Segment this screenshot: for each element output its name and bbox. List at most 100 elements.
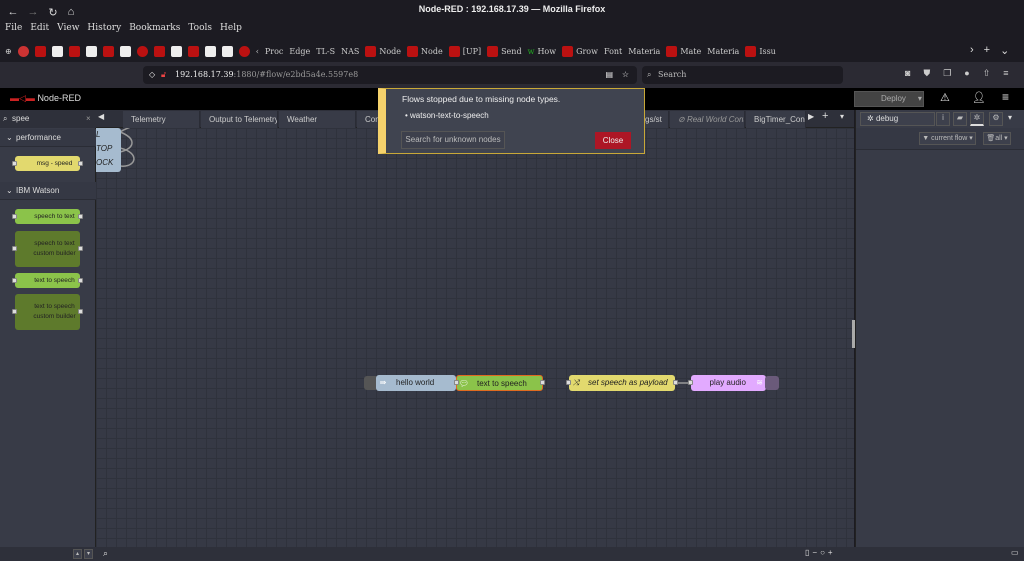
palette-search-input[interactable]: ⌕ spee × bbox=[0, 110, 96, 128]
tab[interactable]: Edge bbox=[289, 47, 310, 56]
nodered-tab-icon[interactable] bbox=[85, 45, 97, 57]
palette-category-ibm-watson[interactable]: ⌄ IBM Watson bbox=[0, 182, 96, 200]
tab-output-to-telemetry[interactable]: Output to Telemetry bbox=[201, 111, 278, 128]
expand-all-icon[interactable]: ▾ bbox=[84, 549, 93, 559]
tab-real-world-cont[interactable]: ⊘ Real World Cont bbox=[670, 111, 745, 128]
tab[interactable]: Grow bbox=[562, 45, 598, 57]
tab[interactable]: Mate bbox=[666, 45, 701, 57]
containers-icon[interactable]: ❐ bbox=[943, 68, 951, 79]
tab[interactable]: Send bbox=[487, 45, 522, 57]
clear-search-icon[interactable]: × bbox=[86, 110, 91, 128]
deploy-button[interactable]: Deploy ▾ bbox=[854, 91, 924, 107]
warning-icon[interactable]: ⚠ bbox=[940, 91, 950, 104]
nodered-tab-icon[interactable] bbox=[68, 45, 80, 57]
tabs-menu-icon[interactable]: ▾ bbox=[840, 112, 844, 121]
zoom-reset-icon[interactable]: ○ bbox=[820, 548, 825, 557]
flow-node-text-to-speech[interactable]: 💬︎ text to speech bbox=[454, 375, 545, 391]
tab[interactable]: NAS bbox=[341, 47, 359, 56]
palette-node-msg-speed[interactable]: msg - speed bbox=[12, 156, 83, 171]
url-bar[interactable]: ◇ 🔓︎ 192.168.17.39:1880/#flow/e2bd5a4e.5… bbox=[143, 66, 637, 84]
nodered-tab-icon[interactable] bbox=[221, 45, 233, 57]
bookmark-star-icon[interactable]: ☆ bbox=[622, 66, 629, 84]
nodered-tab-icon[interactable] bbox=[170, 45, 182, 57]
flow-node-hello-world[interactable]: ⇛ hello world bbox=[376, 375, 459, 391]
tab[interactable]: Proc bbox=[265, 47, 284, 56]
tab-bigtimer[interactable]: BigTimer_Contr bbox=[746, 111, 806, 128]
tab[interactable]: Materia bbox=[707, 47, 739, 56]
tabs-scroll-left-icon[interactable]: ‹ bbox=[256, 47, 259, 56]
menu-help[interactable]: Help bbox=[220, 18, 242, 38]
tab-gs[interactable]: gs/st bbox=[645, 111, 669, 128]
app-menu-icon[interactable]: ≡ bbox=[1003, 68, 1008, 79]
tab-weather[interactable]: Weather bbox=[279, 111, 356, 128]
search-bar[interactable]: ⌕ Search bbox=[642, 66, 843, 84]
palette-category-performance[interactable]: ⌄ performance bbox=[0, 129, 96, 147]
nodered-tab-icon[interactable] bbox=[119, 45, 131, 57]
tab[interactable]: [UP] bbox=[448, 45, 481, 57]
extensions-icon[interactable]: ⇧ bbox=[983, 68, 991, 79]
palette-node-text-to-speech-custom-builder[interactable]: text to speech custom builder bbox=[12, 294, 83, 330]
raspberry-icon[interactable] bbox=[17, 45, 29, 57]
insecure-lock-icon[interactable]: 🔓︎ bbox=[161, 66, 166, 84]
menu-tools[interactable]: Tools bbox=[188, 18, 212, 38]
help-icon[interactable]: ▰ bbox=[953, 112, 967, 126]
sidebar-resize-handle[interactable] bbox=[852, 320, 855, 348]
search-flows-icon[interactable]: ⌕ bbox=[103, 548, 108, 559]
output-button[interactable] bbox=[765, 376, 779, 390]
tab[interactable]: TL-S bbox=[316, 47, 335, 56]
forward-icon[interactable]: → bbox=[26, 6, 40, 18]
sidebar-menu-icon[interactable]: ▾ bbox=[1008, 113, 1012, 122]
site-tab-icon[interactable] bbox=[136, 45, 148, 57]
tab-telemetry[interactable]: Telemetry bbox=[123, 111, 200, 128]
account-icon[interactable]: ● bbox=[964, 68, 969, 79]
nodered-tab-icon[interactable] bbox=[187, 45, 199, 57]
zoom-in-icon[interactable]: + bbox=[828, 548, 833, 557]
menu-edit[interactable]: Edit bbox=[30, 18, 49, 38]
pocket-icon[interactable]: ◙ bbox=[905, 68, 910, 79]
menu-bookmarks[interactable]: Bookmarks bbox=[129, 18, 180, 38]
globe-icon[interactable]: ⊕ bbox=[5, 47, 12, 56]
tab[interactable]: w How bbox=[528, 47, 557, 56]
ublock-icon[interactable]: ⛊ bbox=[923, 68, 930, 79]
list-tabs-icon[interactable]: ⌄ bbox=[1000, 44, 1009, 60]
tab[interactable]: Node bbox=[365, 45, 401, 57]
tabs-scroll-right-icon[interactable]: › bbox=[970, 44, 974, 60]
info-icon[interactable]: i bbox=[936, 112, 950, 126]
add-flow-icon[interactable]: + bbox=[822, 110, 828, 122]
clear-dropdown[interactable]: 🗑︎all ▾ bbox=[983, 132, 1011, 145]
user-icon[interactable]: 👤︎ bbox=[972, 91, 986, 104]
palette-node-speech-to-text-custom-builder[interactable]: speech to text custom builder bbox=[12, 231, 83, 267]
nodered-tab-icon[interactable] bbox=[51, 45, 63, 57]
nodered-tab-icon[interactable] bbox=[204, 45, 216, 57]
workspace-canvas[interactable] bbox=[96, 128, 854, 547]
scroll-tabs-right-icon[interactable]: ▶ bbox=[808, 112, 814, 121]
nodered-tab-icon[interactable] bbox=[34, 45, 46, 57]
site-tab-icon[interactable] bbox=[238, 45, 250, 57]
debug-icon[interactable]: ✲ bbox=[970, 112, 984, 126]
shield-icon[interactable]: ◇ bbox=[149, 66, 155, 84]
menu-history[interactable]: History bbox=[87, 18, 121, 38]
sidebar-tab-debug[interactable]: ✲ debug bbox=[860, 112, 935, 126]
main-menu-icon[interactable]: ≡ bbox=[1002, 90, 1009, 104]
sidebar-footer-icon[interactable]: ▭ bbox=[1011, 548, 1019, 557]
collapse-all-icon[interactable]: ▴ bbox=[73, 549, 82, 559]
new-tab-icon[interactable]: + bbox=[984, 44, 990, 60]
menu-file[interactable]: File bbox=[5, 18, 22, 38]
tab[interactable]: Font bbox=[604, 47, 622, 56]
flow-node-set-speech-as-payload[interactable]: ⤨ set speech as payload bbox=[566, 375, 678, 391]
config-icon[interactable]: ⚙ bbox=[989, 112, 1003, 126]
back-icon[interactable]: ← bbox=[6, 6, 20, 18]
tab[interactable]: Node bbox=[407, 45, 443, 57]
reader-view-icon[interactable]: ▤ bbox=[605, 66, 613, 84]
tab[interactable]: Materia bbox=[628, 47, 660, 56]
palette-node-speech-to-text[interactable]: speech to text bbox=[12, 209, 83, 224]
zoom-out-icon[interactable]: − bbox=[812, 548, 817, 557]
scroll-tabs-left-icon[interactable]: ◀ bbox=[98, 112, 104, 121]
filter-dropdown[interactable]: ▼ current flow ▾ bbox=[919, 132, 976, 145]
partial-nodes[interactable]: L TOP OCK bbox=[96, 128, 121, 172]
navigator-icon[interactable]: ▯ bbox=[805, 548, 809, 557]
search-unknown-nodes-button[interactable]: Search for unknown nodes bbox=[401, 131, 505, 149]
nodered-tab-icon[interactable] bbox=[153, 45, 165, 57]
reload-icon[interactable]: ↻ bbox=[46, 6, 60, 19]
palette-node-text-to-speech[interactable]: text to speech bbox=[12, 273, 83, 288]
